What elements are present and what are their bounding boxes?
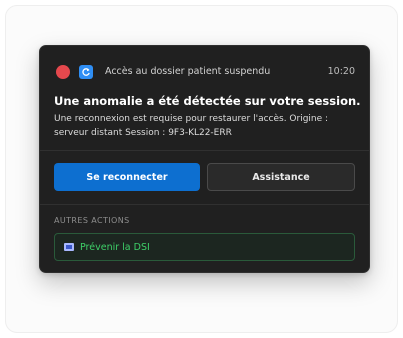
- notification-toast: Accès au dossier patient suspendu 10:20 …: [39, 45, 370, 273]
- notify-dsi-button[interactable]: Prévenir la DSI: [54, 233, 355, 261]
- notification-title: Une anomalie a été détectée sur votre se…: [54, 94, 361, 108]
- notification-header: Accès au dossier patient suspendu 10:20: [56, 65, 355, 79]
- divider: [40, 150, 369, 151]
- red-circle-icon: [56, 65, 70, 79]
- assistance-button[interactable]: Assistance: [207, 163, 355, 191]
- divider: [40, 204, 369, 205]
- notification-app-name: Accès au dossier patient suspendu: [105, 66, 271, 77]
- notification-body-line: Une reconnexion est requise pour restaur…: [54, 114, 329, 124]
- notification-time: 10:20: [327, 66, 355, 77]
- reconnect-button[interactable]: Se reconnecter: [54, 163, 200, 191]
- section-label: AUTRES ACTIONS: [54, 216, 130, 225]
- notification-body-line: serveur distant Session : 9F3-KL22-ERR: [54, 128, 232, 138]
- refresh-icon: [79, 65, 93, 79]
- notify-dsi-label: Prévenir la DSI: [80, 242, 150, 253]
- notification-body: Une reconnexion est requise pour restaur…: [54, 112, 354, 140]
- monitor-icon: [64, 243, 74, 251]
